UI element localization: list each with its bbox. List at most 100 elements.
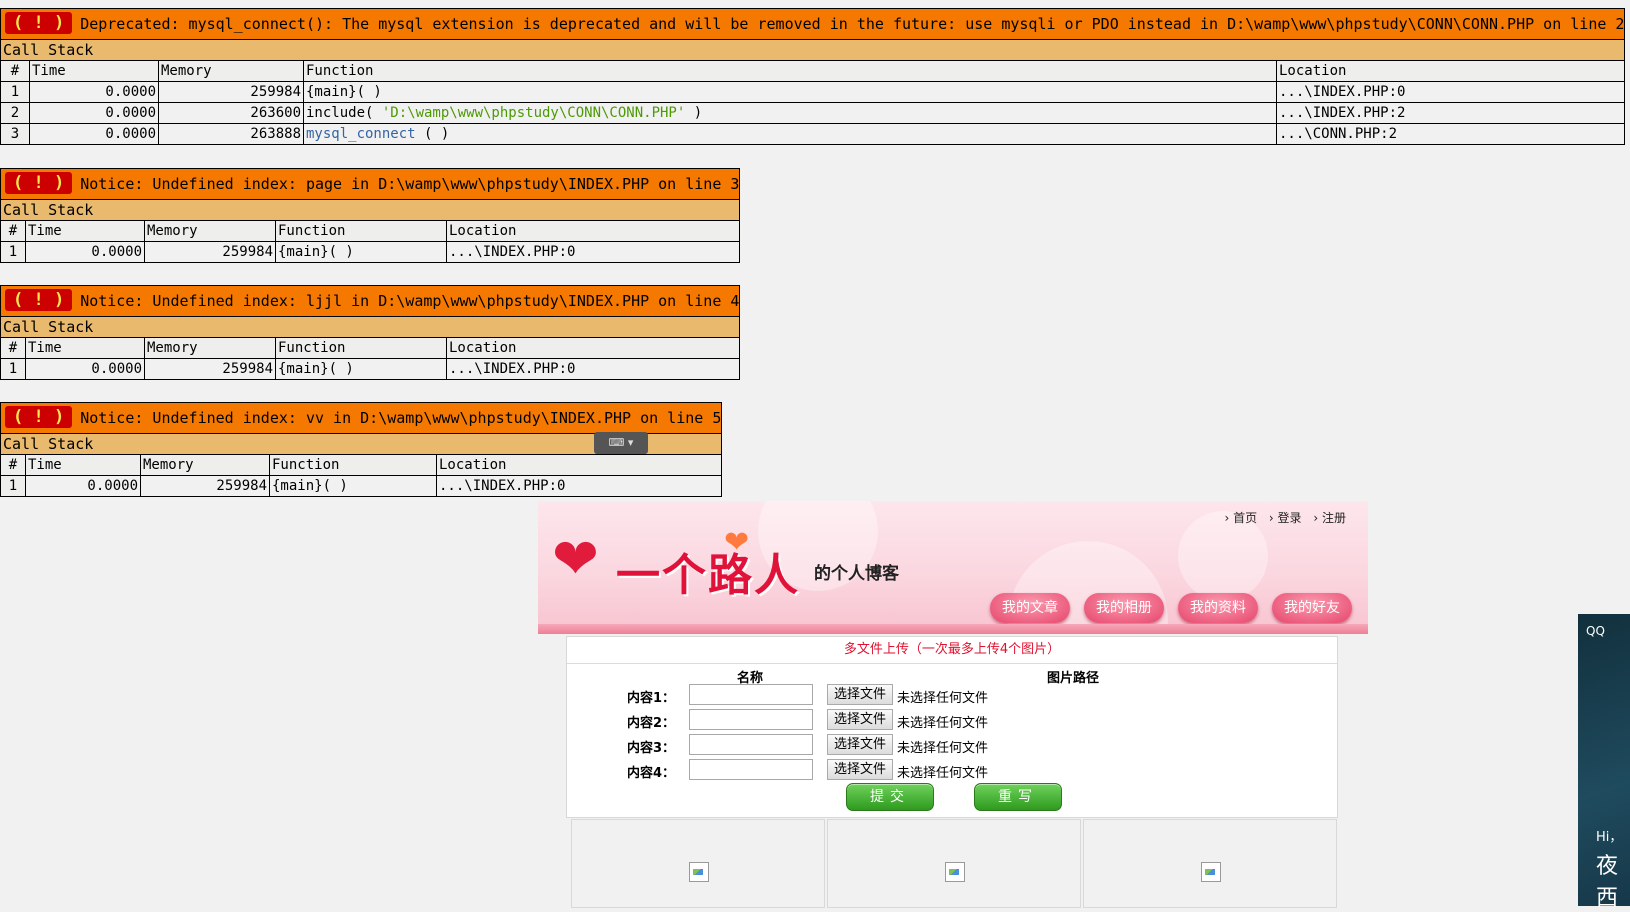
row-location: ...\INDEX.PHP:0 [445, 241, 741, 263]
row-function: {main}( ) [303, 81, 1277, 103]
submit-button[interactable]: 提交 [846, 783, 934, 811]
home-link[interactable]: › 首页 [1224, 511, 1257, 525]
nav-my-articles[interactable]: 我的文章 [990, 593, 1070, 623]
choose-file-button-3[interactable]: 选择文件 [827, 734, 894, 755]
error-header: ( ! ) Notice: Undefined index: page in D:… [0, 168, 741, 200]
name-input-3[interactable] [689, 734, 813, 755]
row-index: 1 [0, 475, 26, 497]
fn-argument: 'D:\wamp\www\phpstudy\CONN\CONN.PHP' [381, 105, 686, 121]
choose-file-button-2[interactable]: 选择文件 [827, 709, 894, 730]
call-stack-title: Call Stack [0, 199, 741, 221]
row-label: 内容3： [627, 741, 676, 756]
col-time: Time [29, 60, 159, 82]
row-index: 1 [0, 241, 26, 263]
blog-logo: 一个路人 [616, 550, 800, 601]
row-location: ...\INDEX.PHP:2 [1275, 102, 1626, 124]
name-input-4[interactable] [689, 759, 813, 780]
col-memory: Memory [140, 454, 270, 476]
row-time: 0.0000 [25, 358, 145, 380]
col-index: # [0, 60, 30, 82]
row-time: 0.0000 [29, 81, 159, 103]
row-label: 内容2： [627, 716, 676, 731]
col-function: Function [269, 454, 437, 476]
upload-title: 多文件上传（一次最多上传4个图片） [567, 637, 1337, 664]
error-table-notice-page: ( ! ) Notice: Undefined index: page in D:… [0, 168, 741, 263]
upload-form: 多文件上传（一次最多上传4个图片） 名称 图片路径 内容1： 选择文件 未选择任… [566, 636, 1338, 818]
col-location: Location [445, 220, 741, 242]
choose-file-button-1[interactable]: 选择文件 [827, 684, 894, 705]
col-memory: Memory [144, 337, 276, 359]
fn-suffix: ( ) [415, 126, 450, 142]
reset-button[interactable]: 重写 [974, 783, 1062, 811]
name-input-2[interactable] [689, 709, 813, 730]
choose-file-button-4[interactable]: 选择文件 [827, 759, 894, 780]
error-message: Notice: Undefined index: vv in D:\wamp\w… [80, 409, 722, 427]
upload-row-4: 内容4： 选择文件 未选择任何文件 [567, 759, 1337, 783]
row-location: ...\CONN.PHP:2 [1275, 123, 1626, 145]
row-memory: 263888 [158, 123, 304, 145]
error-message: Deprecated: mysql_connect(): The mysql e… [80, 15, 1625, 33]
upload-row-2: 内容2： 选择文件 未选择任何文件 [567, 709, 1337, 733]
blog-banner: ❤ ❤ 一个路人 的个人博客 › 首页 › 登录 › 注册 我的文章 我的相册 … [538, 501, 1368, 634]
row-function: {main}( ) [275, 241, 447, 263]
qq-side-panel[interactable]: QQ Hi， 夜西 [1578, 614, 1630, 911]
row-memory: 259984 [158, 81, 304, 103]
col-index: # [0, 337, 26, 359]
row-location: ...\INDEX.PHP:0 [445, 358, 741, 380]
qq-greeting: Hi， [1596, 830, 1623, 845]
row-index: 3 [0, 123, 30, 145]
nav-my-profile[interactable]: 我的资料 [1178, 593, 1258, 623]
error-icon: ( ! ) [5, 172, 73, 194]
register-link[interactable]: › 注册 [1313, 511, 1346, 525]
broken-image-icon[interactable] [689, 862, 709, 882]
error-header: ( ! ) Notice: Undefined index: ljjl in D:… [0, 285, 741, 317]
row-function: {main}( ) [269, 475, 437, 497]
broken-image-icon[interactable] [1201, 862, 1221, 882]
banner-stripe [538, 624, 1368, 634]
nav-my-friends[interactable]: 我的好友 [1272, 593, 1352, 623]
table-row: 1 0.0000 259984 {main}( ) ...\INDEX.PHP:… [0, 241, 741, 263]
image-cell [1083, 819, 1337, 908]
col-time: Time [25, 337, 145, 359]
login-link[interactable]: › 登录 [1269, 511, 1302, 525]
blog-subtitle: 的个人博客 [814, 564, 899, 584]
row-memory: 259984 [144, 358, 276, 380]
nav-my-album[interactable]: 我的相册 [1084, 593, 1164, 623]
fn-prefix: include( [306, 105, 382, 121]
row-index: 1 [0, 358, 26, 380]
no-file-text: 未选择任何文件 [897, 741, 989, 756]
table-row: 2 0.0000 263600 include( 'D:\wamp\www\ph… [0, 102, 1626, 124]
col-location: Location [435, 454, 723, 476]
error-message: Notice: Undefined index: ljjl in D:\wamp… [80, 292, 740, 310]
col-function: Function [303, 60, 1277, 82]
table-row: 3 0.0000 263888 mysql_connect ( ) ...\CO… [0, 123, 1626, 145]
no-file-text: 未选择任何文件 [897, 691, 989, 706]
col-memory: Memory [144, 220, 276, 242]
error-message: Notice: Undefined index: page in D:\wamp… [80, 175, 740, 193]
row-function: include( 'D:\wamp\www\phpstudy\CONN\CONN… [303, 102, 1277, 124]
row-memory: 259984 [144, 241, 276, 263]
error-header: ( ! ) Notice: Undefined index: vv in D:\w… [0, 402, 723, 434]
table-row: 1 0.0000 259984 {main}( ) ...\INDEX.PHP:… [0, 358, 741, 380]
row-function: {main}( ) [275, 358, 447, 380]
row-time: 0.0000 [25, 475, 141, 497]
logo-heart-icon: ❤ [552, 527, 599, 592]
row-label: 内容4： [627, 766, 676, 781]
image-cell [827, 819, 1081, 908]
php-doc-link[interactable]: mysql_connect [306, 126, 416, 142]
col-time: Time [25, 454, 141, 476]
name-input-1[interactable] [689, 684, 813, 705]
upload-row-3: 内容3： 选择文件 未选择任何文件 [567, 734, 1337, 758]
col-index: # [0, 220, 26, 242]
table-row: 1 0.0000 259984 {main}( ) ...\INDEX.PHP:… [0, 475, 723, 497]
row-function: mysql_connect ( ) [303, 123, 1277, 145]
call-stack-title: Call Stack [0, 316, 741, 338]
no-file-text: 未选择任何文件 [897, 716, 989, 731]
keyboard-widget[interactable]: ⌨ ▾ [594, 432, 648, 454]
broken-image-icon[interactable] [945, 862, 965, 882]
table-row: 1 0.0000 259984 {main}( ) ...\INDEX.PHP:… [0, 81, 1626, 103]
upload-row-1: 内容1： 选择文件 未选择任何文件 [567, 684, 1337, 708]
row-time: 0.0000 [29, 123, 159, 145]
col-location: Location [445, 337, 741, 359]
call-stack-title: Call Stack [0, 39, 1626, 61]
